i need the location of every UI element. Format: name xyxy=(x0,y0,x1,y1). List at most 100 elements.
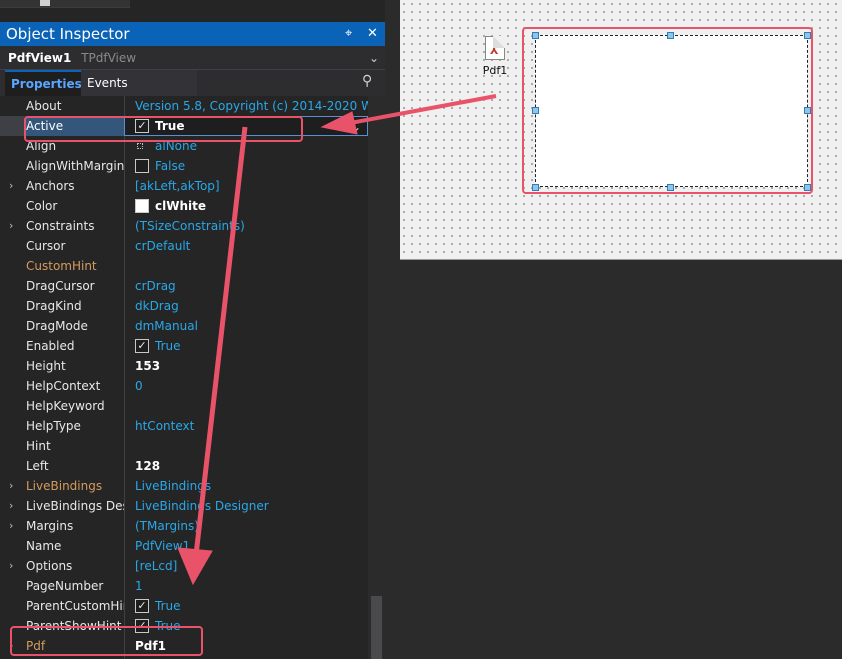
checkbox[interactable]: ✓ xyxy=(135,159,149,173)
checkbox[interactable]: ✓ xyxy=(135,339,149,353)
property-name[interactable]: HelpKeyword xyxy=(26,396,124,416)
property-row[interactable]: HelpType htContext xyxy=(0,416,368,436)
property-row[interactable]: DragKind dkDrag xyxy=(0,296,368,316)
property-row[interactable]: › LiveBindings LiveBindings xyxy=(0,476,368,496)
property-row[interactable]: DragCursor crDrag xyxy=(0,276,368,296)
tab-properties[interactable]: Properties xyxy=(5,70,82,96)
property-row[interactable]: DragMode dmManual xyxy=(0,316,368,336)
inspector-title: Object Inspector xyxy=(6,25,130,43)
property-row[interactable]: CustomHint xyxy=(0,256,368,276)
property-name[interactable]: HelpContext xyxy=(26,376,124,396)
property-value[interactable]: False xyxy=(155,156,368,176)
property-name[interactable]: CustomHint xyxy=(26,256,124,276)
chevron-right-icon[interactable]: › xyxy=(9,556,13,576)
tab-events[interactable]: Events xyxy=(81,70,197,96)
property-value[interactable]: crDefault xyxy=(135,236,368,256)
property-value[interactable]: 0 xyxy=(135,376,368,396)
property-value[interactable]: clWhite xyxy=(155,196,368,216)
scrollbar-thumb[interactable] xyxy=(371,596,382,659)
pdf1-label: Pdf1 xyxy=(482,64,508,77)
property-name[interactable]: LiveBindings Designer xyxy=(26,496,124,516)
property-row[interactable]: Color clWhite xyxy=(0,196,368,216)
property-value[interactable]: 128 xyxy=(135,456,368,476)
property-row[interactable]: Height 153 xyxy=(0,356,368,376)
property-value[interactable]: Version 5.8, Copyright (c) 2014-2020 WIN… xyxy=(135,96,368,116)
property-value[interactable]: crDrag xyxy=(135,276,368,296)
chevron-right-icon[interactable]: › xyxy=(9,496,13,516)
object-name: PdfView1 xyxy=(8,51,72,65)
property-name[interactable]: Margins xyxy=(26,516,124,536)
property-name[interactable]: Color xyxy=(26,196,124,216)
property-value[interactable]: (TMargins) xyxy=(135,516,368,536)
property-name[interactable]: Constraints xyxy=(26,216,124,236)
property-row[interactable]: Name PdfView1 xyxy=(0,536,368,556)
property-value[interactable]: True xyxy=(155,336,368,356)
align-icon xyxy=(137,143,143,149)
chevron-right-icon[interactable]: › xyxy=(9,216,13,236)
property-value[interactable]: 153 xyxy=(135,356,368,376)
property-value[interactable]: (TSizeConstraints) xyxy=(135,216,368,236)
property-value[interactable]: [reLcd] xyxy=(135,556,368,576)
property-row[interactable]: › Margins (TMargins) xyxy=(0,516,368,536)
annotation-box-pdfview xyxy=(522,27,813,194)
property-value[interactable]: htContext xyxy=(135,416,368,436)
vertical-scrollbar[interactable] xyxy=(368,96,385,659)
object-selector[interactable]: PdfView1 TPdfView ⌄ xyxy=(0,46,385,70)
ide-top-strip xyxy=(0,0,385,22)
property-row[interactable]: › Constraints (TSizeConstraints) xyxy=(0,216,368,236)
property-row[interactable]: › LiveBindings Designer LiveBindings Desig… xyxy=(0,496,368,516)
property-name[interactable]: LiveBindings xyxy=(26,476,124,496)
property-row[interactable]: Hint xyxy=(0,436,368,456)
property-name[interactable]: Options xyxy=(26,556,124,576)
inspector-title-bar: Object Inspector ⌖ ✕ xyxy=(0,22,385,46)
property-name[interactable]: ParentCustomHint xyxy=(26,596,124,616)
pdf-document-icon: ⅄ xyxy=(485,36,505,60)
chevron-down-icon[interactable]: ⌄ xyxy=(369,46,379,70)
property-row[interactable]: HelpContext 0 xyxy=(0,376,368,396)
property-name[interactable]: About xyxy=(26,96,124,116)
property-row[interactable]: Cursor crDefault xyxy=(0,236,368,256)
property-name[interactable]: Hint xyxy=(26,436,124,456)
chevron-right-icon[interactable]: › xyxy=(9,516,13,536)
property-value[interactable]: 1 xyxy=(135,576,368,596)
property-name[interactable]: DragMode xyxy=(26,316,124,336)
annotation-box-active xyxy=(24,116,303,142)
color-swatch xyxy=(135,199,149,213)
property-row[interactable]: About Version 5.8, Copyright (c) 2014-202… xyxy=(0,96,368,116)
pdf1-component[interactable]: ⅄ Pdf1 xyxy=(480,36,510,80)
property-name[interactable]: DragCursor xyxy=(26,276,124,296)
property-value[interactable]: dkDrag xyxy=(135,296,368,316)
inspector-tabs: Properties Events ⚲ xyxy=(0,70,385,96)
property-row[interactable]: PageNumber 1 xyxy=(0,576,368,596)
property-row[interactable]: Enabled ✓ True xyxy=(0,336,368,356)
property-name[interactable]: Anchors xyxy=(26,176,124,196)
property-name[interactable]: Enabled xyxy=(26,336,124,356)
property-name[interactable]: AlignWithMargins xyxy=(26,156,124,176)
property-value[interactable]: True xyxy=(155,596,368,616)
checkbox[interactable]: ✓ xyxy=(135,599,149,613)
search-icon[interactable]: ⚲ xyxy=(362,73,372,89)
property-name[interactable]: Cursor xyxy=(26,236,124,256)
chevron-right-icon[interactable]: › xyxy=(9,176,13,196)
property-name[interactable]: Name xyxy=(26,536,124,556)
chevron-right-icon[interactable]: › xyxy=(9,476,13,496)
property-value[interactable]: dmManual xyxy=(135,316,368,336)
property-row[interactable]: › Options [reLcd] xyxy=(0,556,368,576)
property-name[interactable]: Left xyxy=(26,456,124,476)
property-row[interactable]: HelpKeyword xyxy=(0,396,368,416)
property-name[interactable]: Height xyxy=(26,356,124,376)
property-value[interactable]: LiveBindings xyxy=(135,476,368,496)
property-value[interactable]: PdfView1 xyxy=(135,536,368,556)
pin-icon[interactable]: ⌖ xyxy=(345,22,352,46)
structure-node-icon xyxy=(40,0,50,6)
property-row[interactable]: AlignWithMargins ✓ False xyxy=(0,156,368,176)
property-name[interactable]: HelpType xyxy=(26,416,124,436)
property-row[interactable]: ParentCustomHint ✓ True xyxy=(0,596,368,616)
property-name[interactable]: PageNumber xyxy=(26,576,124,596)
close-icon[interactable]: ✕ xyxy=(367,22,378,46)
property-row[interactable]: › Anchors [akLeft,akTop] xyxy=(0,176,368,196)
property-name[interactable]: DragKind xyxy=(26,296,124,316)
property-value[interactable]: LiveBindings Designer xyxy=(135,496,368,516)
property-value[interactable]: [akLeft,akTop] xyxy=(135,176,368,196)
property-row[interactable]: Left 128 xyxy=(0,456,368,476)
